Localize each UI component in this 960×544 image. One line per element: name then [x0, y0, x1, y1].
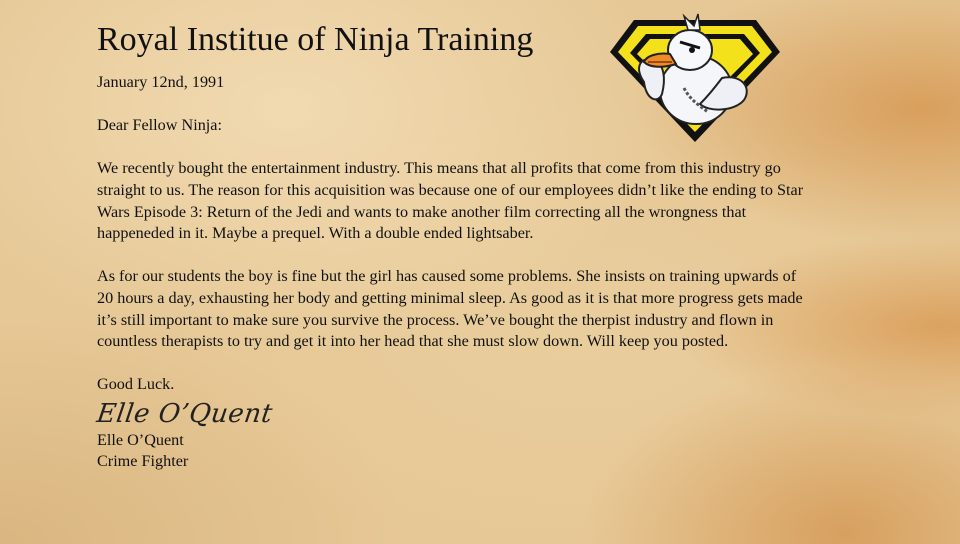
signer-title: Crime Fighter	[97, 451, 189, 470]
letter-closing: Good Luck.	[97, 375, 175, 394]
handwritten-signature: Elle O’Quent	[94, 398, 275, 429]
signer-name: Elle O’Quent	[97, 430, 184, 449]
letter-paragraph-2: As for our students the boy is fine but …	[97, 267, 803, 351]
letter-paragraph-1: We recently bought the entertainment ind…	[97, 159, 804, 243]
duck-eye	[689, 47, 695, 53]
muscular-duck-superhero-badge-icon	[610, 13, 780, 142]
